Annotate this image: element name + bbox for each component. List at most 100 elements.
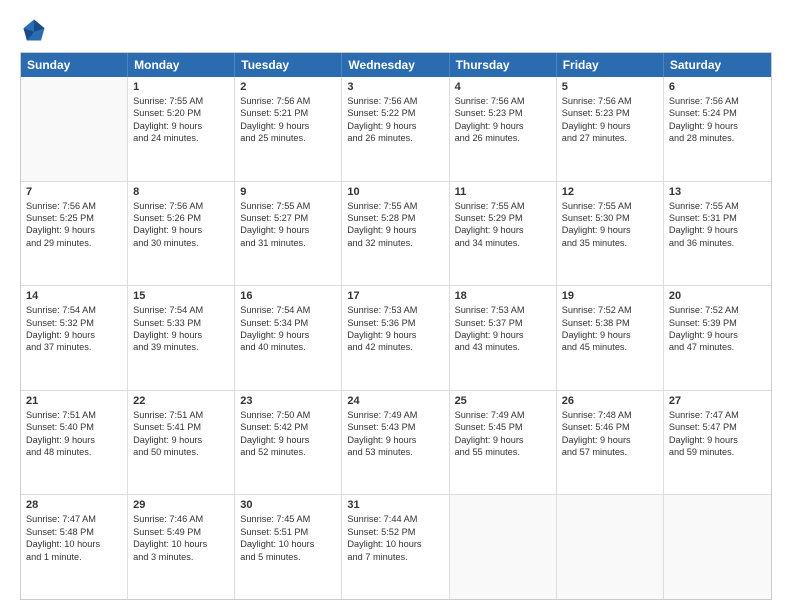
calendar-cell [664,495,771,599]
calendar: SundayMondayTuesdayWednesdayThursdayFrid… [20,52,772,600]
day-number: 23 [240,395,336,407]
cell-line: and 45 minutes. [562,341,658,353]
calendar-cell: 19Sunrise: 7:52 AMSunset: 5:38 PMDayligh… [557,286,664,390]
cell-line: Sunrise: 7:52 AM [562,304,658,316]
page: SundayMondayTuesdayWednesdayThursdayFrid… [0,0,792,612]
cell-line: Sunset: 5:48 PM [26,526,122,538]
day-number: 27 [669,395,766,407]
cell-line: Daylight: 9 hours [347,120,443,132]
cell-line: and 35 minutes. [562,237,658,249]
calendar-cell: 5 Sunrise: 7:56 AMSunset: 5:23 PMDaylight… [557,77,664,181]
cell-line: Sunrise: 7:55 AM [455,200,551,212]
calendar-cell: 9Sunrise: 7:55 AMSunset: 5:27 PMDaylight… [235,182,342,286]
cell-line: Daylight: 9 hours [455,120,551,132]
cell-line: Sunset: 5:49 PM [133,526,229,538]
cell-line: and 53 minutes. [347,446,443,458]
cell-line: Daylight: 9 hours [133,224,229,236]
cell-line: and 26 minutes. [347,132,443,144]
calendar-cell: 25Sunrise: 7:49 AMSunset: 5:45 PMDayligh… [450,391,557,495]
cell-line: Sunrise: 7:54 AM [26,304,122,316]
cell-line: Sunrise: 7:55 AM [347,200,443,212]
calendar-row: 1Sunrise: 7:55 AMSunset: 5:20 PMDaylight… [21,77,771,182]
day-number: 13 [669,186,766,198]
day-number: 11 [455,186,551,198]
day-number: 5 [562,81,658,93]
cell-line: Sunset: 5:52 PM [347,526,443,538]
cell-line: Sunrise: 7:56 AM [669,95,766,107]
calendar-row: 28Sunrise: 7:47 AMSunset: 5:48 PMDayligh… [21,495,771,599]
cell-line: Sunset: 5:43 PM [347,421,443,433]
cell-line: and 1 minute. [26,551,122,563]
cell-line: Daylight: 9 hours [562,120,658,132]
calendar-cell: 10Sunrise: 7:55 AMSunset: 5:28 PMDayligh… [342,182,449,286]
cell-line: Sunset: 5:23 PM [562,107,658,119]
cell-line: Daylight: 9 hours [240,329,336,341]
cell-line: and 34 minutes. [455,237,551,249]
calendar-header-row: SundayMondayTuesdayWednesdayThursdayFrid… [21,53,771,77]
cell-line: Sunset: 5:51 PM [240,526,336,538]
day-number: 18 [455,290,551,302]
cell-line: Daylight: 9 hours [455,329,551,341]
calendar-cell: 23Sunrise: 7:50 AMSunset: 5:42 PMDayligh… [235,391,342,495]
cell-line: Daylight: 9 hours [669,434,766,446]
cell-line: Sunrise: 7:55 AM [133,95,229,107]
cell-line: Sunset: 5:38 PM [562,317,658,329]
cell-line: Daylight: 9 hours [455,224,551,236]
cell-line: Daylight: 10 hours [347,538,443,550]
cell-line: Daylight: 9 hours [240,434,336,446]
cell-line: Sunset: 5:25 PM [26,212,122,224]
calendar-header-cell: Friday [557,53,664,77]
cell-line: Daylight: 9 hours [669,120,766,132]
calendar-cell: 13Sunrise: 7:55 AMSunset: 5:31 PMDayligh… [664,182,771,286]
calendar-cell: 11 Sunrise: 7:55 AMSunset: 5:29 PMDayligh… [450,182,557,286]
cell-line: Sunrise: 7:56 AM [562,95,658,107]
logo [20,16,52,44]
calendar-cell [21,77,128,181]
cell-line: Sunset: 5:33 PM [133,317,229,329]
calendar-cell: 1Sunrise: 7:55 AMSunset: 5:20 PMDaylight… [128,77,235,181]
cell-line: Sunrise: 7:46 AM [133,513,229,525]
cell-line: Sunrise: 7:47 AM [26,513,122,525]
day-number: 15 [133,290,229,302]
cell-line: and 24 minutes. [133,132,229,144]
calendar-cell: 27Sunrise: 7:47 AMSunset: 5:47 PMDayligh… [664,391,771,495]
cell-line: Sunset: 5:37 PM [455,317,551,329]
cell-line: and 39 minutes. [133,341,229,353]
calendar-cell: 26Sunrise: 7:48 AMSunset: 5:46 PMDayligh… [557,391,664,495]
cell-line: Daylight: 9 hours [455,434,551,446]
day-number: 12 [562,186,658,198]
calendar-cell: 21Sunrise: 7:51 AMSunset: 5:40 PMDayligh… [21,391,128,495]
day-number: 2 [240,81,336,93]
cell-line: Sunrise: 7:56 AM [240,95,336,107]
logo-icon [20,16,48,44]
calendar-cell: 29Sunrise: 7:46 AMSunset: 5:49 PMDayligh… [128,495,235,599]
cell-line: Sunrise: 7:53 AM [347,304,443,316]
day-number: 4 [455,81,551,93]
calendar-header-cell: Monday [128,53,235,77]
cell-line: Sunset: 5:42 PM [240,421,336,433]
cell-line: Sunrise: 7:44 AM [347,513,443,525]
day-number: 21 [26,395,122,407]
calendar-cell: 3Sunrise: 7:56 AMSunset: 5:22 PMDaylight… [342,77,449,181]
cell-line: and 59 minutes. [669,446,766,458]
cell-line: and 32 minutes. [347,237,443,249]
calendar-cell: 20Sunrise: 7:52 AMSunset: 5:39 PMDayligh… [664,286,771,390]
cell-line: Daylight: 9 hours [26,329,122,341]
cell-line: Sunrise: 7:53 AM [455,304,551,316]
day-number: 24 [347,395,443,407]
cell-line: Sunset: 5:27 PM [240,212,336,224]
cell-line: Sunset: 5:24 PM [669,107,766,119]
cell-line: Daylight: 9 hours [669,224,766,236]
day-number: 17 [347,290,443,302]
cell-line: Daylight: 9 hours [26,224,122,236]
cell-line: Sunrise: 7:51 AM [133,409,229,421]
day-number: 30 [240,499,336,511]
calendar-cell: 24Sunrise: 7:49 AMSunset: 5:43 PMDayligh… [342,391,449,495]
calendar-cell: 15Sunrise: 7:54 AMSunset: 5:33 PMDayligh… [128,286,235,390]
calendar-cell: 6 Sunrise: 7:56 AMSunset: 5:24 PMDaylight… [664,77,771,181]
calendar-header-cell: Tuesday [235,53,342,77]
day-number: 6 [669,81,766,93]
calendar-cell: 16Sunrise: 7:54 AMSunset: 5:34 PMDayligh… [235,286,342,390]
calendar-cell: 30Sunrise: 7:45 AMSunset: 5:51 PMDayligh… [235,495,342,599]
cell-line: Sunset: 5:29 PM [455,212,551,224]
